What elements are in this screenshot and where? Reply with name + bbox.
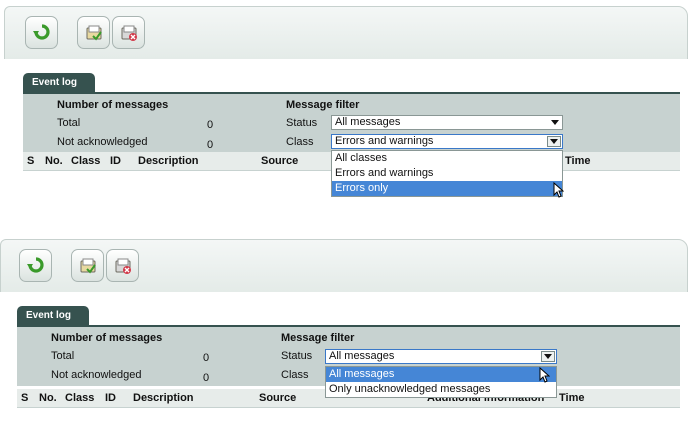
delete-folder-icon bbox=[121, 25, 137, 41]
counts-heading: Number of messages bbox=[57, 99, 169, 111]
col-number[interactable]: No. bbox=[39, 392, 57, 404]
col-number[interactable]: No. bbox=[45, 155, 63, 167]
class-label: Class bbox=[286, 136, 314, 148]
event-log-panel-bottom: Event log Number of messages Total 0 Not… bbox=[0, 239, 688, 427]
unack-label: Not acknowledged bbox=[51, 369, 142, 381]
class-option-errors-only[interactable]: Errors only bbox=[332, 181, 562, 196]
event-log-tab[interactable]: Event log bbox=[17, 306, 89, 325]
col-time[interactable]: Time bbox=[565, 155, 590, 167]
total-label: Total bbox=[57, 117, 81, 129]
status-label: Status bbox=[286, 117, 318, 129]
acknowledge-button[interactable] bbox=[71, 249, 104, 282]
chevron-down-icon[interactable] bbox=[549, 117, 561, 128]
class-label: Class bbox=[281, 369, 309, 381]
col-status[interactable]: S bbox=[21, 392, 28, 404]
class-option-errors-warnings[interactable]: Errors and warnings bbox=[332, 166, 562, 181]
class-select-value: Errors and warnings bbox=[335, 135, 434, 147]
col-id[interactable]: ID bbox=[105, 392, 116, 404]
acknowledge-folder-icon bbox=[86, 25, 102, 41]
col-class[interactable]: Class bbox=[65, 392, 94, 404]
delete-folder-icon bbox=[115, 258, 131, 274]
col-time[interactable]: Time bbox=[559, 392, 584, 404]
total-label: Total bbox=[51, 350, 75, 362]
col-class[interactable]: Class bbox=[71, 155, 100, 167]
col-source[interactable]: Source bbox=[259, 392, 296, 404]
acknowledge-folder-icon bbox=[80, 258, 96, 274]
counts-heading: Number of messages bbox=[51, 332, 163, 344]
status-select[interactable]: All messages bbox=[325, 349, 557, 364]
status-select-value: All messages bbox=[329, 350, 395, 362]
chevron-down-icon[interactable] bbox=[541, 351, 555, 362]
col-description[interactable]: Description bbox=[133, 392, 194, 404]
mouse-cursor-icon bbox=[553, 182, 564, 198]
unack-value: 0 bbox=[207, 139, 214, 151]
col-source[interactable]: Source bbox=[261, 155, 298, 167]
total-value: 0 bbox=[203, 352, 210, 364]
class-option-all[interactable]: All classes bbox=[332, 151, 562, 166]
event-log-tab[interactable]: Event log bbox=[23, 73, 95, 92]
unack-label: Not acknowledged bbox=[57, 136, 148, 148]
filter-heading: Message filter bbox=[281, 332, 355, 344]
status-select[interactable]: All messages bbox=[331, 115, 563, 130]
refresh-button[interactable] bbox=[25, 16, 58, 49]
col-id[interactable]: ID bbox=[110, 155, 121, 167]
mouse-cursor-icon bbox=[539, 367, 550, 383]
toolbar bbox=[4, 6, 688, 60]
delete-button[interactable] bbox=[112, 16, 145, 49]
refresh-icon bbox=[32, 23, 50, 40]
class-dropdown-list: All classes Errors and warnings Errors o… bbox=[331, 150, 563, 197]
unack-value: 0 bbox=[203, 372, 210, 384]
class-select[interactable]: Errors and warnings bbox=[331, 134, 563, 149]
acknowledge-button[interactable] bbox=[77, 16, 110, 49]
event-log-panel-top: Event log Number of messages Total 0 Not… bbox=[4, 6, 688, 212]
status-label: Status bbox=[281, 350, 313, 362]
col-status[interactable]: S bbox=[27, 155, 34, 167]
delete-button[interactable] bbox=[106, 249, 139, 282]
col-description[interactable]: Description bbox=[138, 155, 199, 167]
status-select-value: All messages bbox=[335, 116, 401, 128]
total-value: 0 bbox=[207, 119, 214, 131]
toolbar bbox=[0, 239, 688, 293]
refresh-icon bbox=[26, 256, 44, 273]
chevron-down-icon[interactable] bbox=[547, 136, 561, 147]
refresh-button[interactable] bbox=[19, 249, 52, 282]
filter-heading: Message filter bbox=[286, 99, 360, 111]
status-option-all[interactable]: All messages bbox=[326, 367, 556, 382]
status-dropdown-list: All messages Only unacknowledged message… bbox=[325, 366, 557, 398]
status-option-unacknowledged[interactable]: Only unacknowledged messages bbox=[326, 382, 556, 397]
